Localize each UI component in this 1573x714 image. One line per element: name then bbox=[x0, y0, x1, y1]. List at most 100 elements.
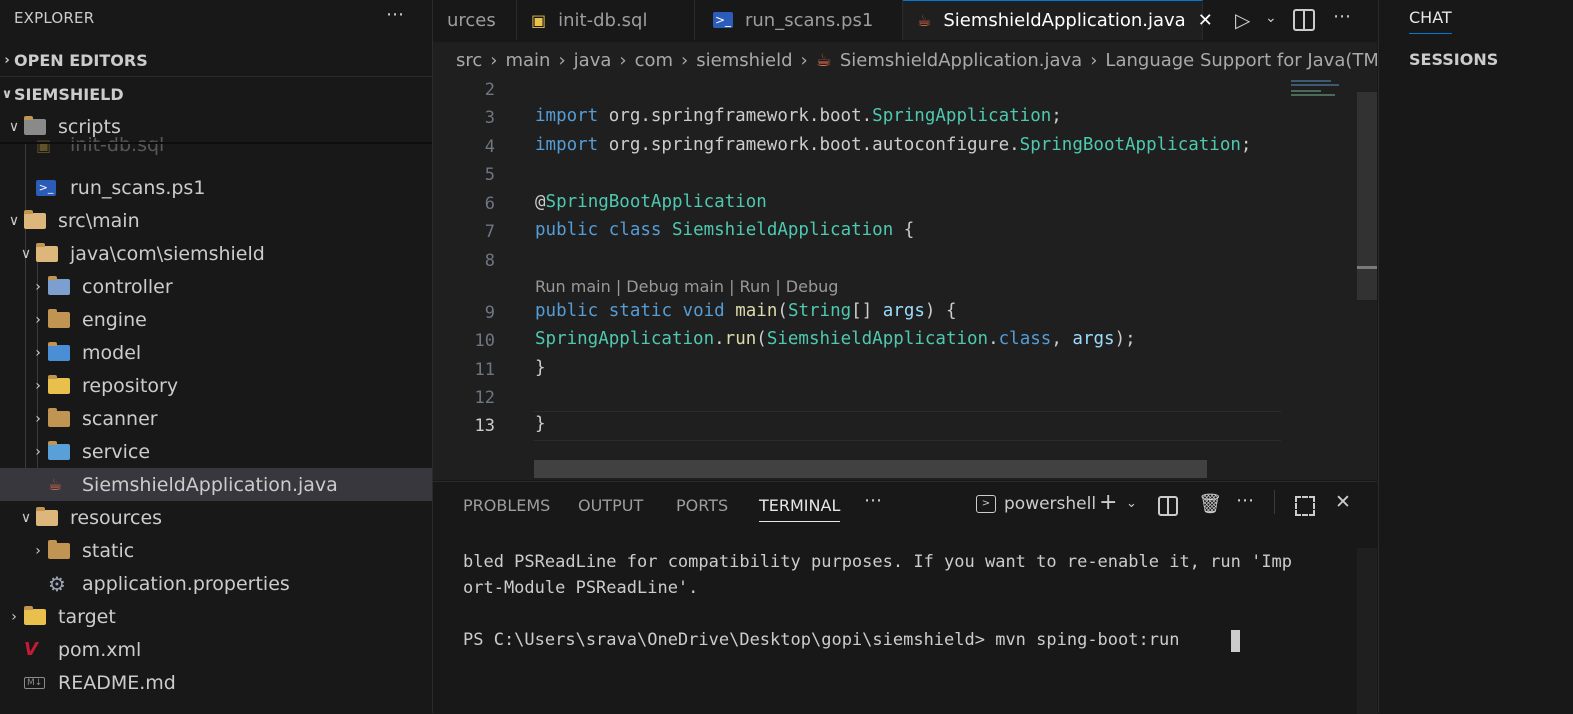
code-line[interactable]: } bbox=[535, 358, 546, 378]
line-number: 6 bbox=[484, 194, 495, 214]
tab-terminal[interactable]: TERMINAL bbox=[759, 496, 841, 522]
tree-item-service[interactable]: › service bbox=[0, 435, 432, 468]
chevron-right-icon[interactable]: › bbox=[28, 444, 48, 460]
chevron-down-icon[interactable]: ∨ bbox=[16, 510, 36, 526]
chevron-right-icon[interactable]: › bbox=[4, 609, 24, 625]
breadcrumb-symbol[interactable]: Language Support for Java(TM) by bbox=[1105, 50, 1377, 71]
tab-problems[interactable]: PROBLEMS bbox=[463, 496, 550, 515]
chevron-right-icon[interactable]: › bbox=[28, 312, 48, 328]
chevron-down-icon[interactable]: ∨ bbox=[16, 246, 36, 262]
folder-open-icon bbox=[36, 242, 62, 264]
tree-item-target[interactable]: › target bbox=[0, 600, 432, 633]
explorer-more-button[interactable]: ⋯ bbox=[386, 4, 404, 25]
open-editors-section[interactable]: › OPEN EDITORS bbox=[0, 44, 432, 76]
breadcrumb-java[interactable]: java bbox=[574, 50, 612, 71]
line-number: 2 bbox=[484, 80, 495, 100]
tab-output[interactable]: OUTPUT bbox=[578, 496, 643, 515]
line-number: 5 bbox=[484, 165, 495, 185]
target-folder-icon bbox=[24, 605, 50, 627]
tree-item-scanner[interactable]: › scanner bbox=[0, 402, 432, 435]
breadcrumb-src[interactable]: src bbox=[456, 50, 482, 71]
tree-item-label: init-db.sql bbox=[70, 135, 165, 155]
chevron-down-icon[interactable]: ⌄ bbox=[1265, 10, 1277, 26]
chat-pane: CHAT SESSIONS bbox=[1378, 0, 1573, 713]
chevron-down-icon[interactable]: ∨ bbox=[4, 213, 24, 229]
tree-item-pom-xml[interactable]: Vpom.xml bbox=[0, 633, 432, 666]
tab-resources[interactable]: urces bbox=[433, 0, 517, 40]
tree-item-src-main[interactable]: ∨ src\main bbox=[0, 204, 432, 237]
code-line[interactable]: import org.springframework.boot.SpringAp… bbox=[535, 106, 1062, 126]
tab-ports[interactable]: PORTS bbox=[676, 496, 728, 515]
breadcrumb-file[interactable]: SiemshieldApplication.java bbox=[840, 50, 1082, 71]
tab-run-scans-ps1[interactable]: >_ run_scans.ps1 bbox=[695, 0, 903, 40]
more-actions-button[interactable]: ⋯ bbox=[1333, 6, 1351, 27]
code-line[interactable]: public static void main(String[] args) { bbox=[535, 301, 957, 321]
shell-name: powershell bbox=[1004, 494, 1097, 514]
terminal-icon: > bbox=[976, 495, 996, 513]
tree-item-resources[interactable]: ∨ resources bbox=[0, 501, 432, 534]
trash-icon[interactable]: 🗑 bbox=[1198, 492, 1222, 515]
line-number: 3 bbox=[484, 108, 495, 128]
powershell-icon: >_ bbox=[713, 12, 733, 28]
tab-label: urces bbox=[447, 9, 496, 31]
close-panel-icon[interactable]: ✕ bbox=[1335, 491, 1351, 513]
horizontal-scrollbar[interactable] bbox=[534, 460, 1207, 478]
panel-actions-more-button[interactable]: ⋯ bbox=[1236, 490, 1254, 511]
tab-label: SiemshieldApplication.java bbox=[943, 10, 1186, 31]
tree-item-run-scans-ps1[interactable]: >_ run_scans.ps1 bbox=[0, 171, 432, 204]
sessions-header[interactable]: SESSIONS bbox=[1409, 50, 1498, 69]
line-number: 8 bbox=[484, 251, 495, 271]
breadcrumb-main[interactable]: main bbox=[505, 50, 550, 71]
line-number: 4 bbox=[484, 137, 495, 157]
scripts-folder-icon bbox=[24, 115, 50, 137]
chevron-right-icon[interactable]: › bbox=[28, 411, 48, 427]
chevron-right-icon[interactable]: › bbox=[28, 543, 48, 559]
tree-item-label: service bbox=[82, 440, 151, 463]
chevron-down-icon[interactable]: ∨ bbox=[4, 119, 24, 135]
line-number: 12 bbox=[474, 388, 495, 408]
breadcrumb-com[interactable]: com bbox=[635, 50, 673, 71]
repository-folder-icon bbox=[48, 374, 74, 396]
maximize-panel-icon[interactable] bbox=[1295, 496, 1315, 516]
tree-item-java-com-siemshield[interactable]: ∨ java\com\siemshield bbox=[0, 237, 432, 270]
chevron-right-icon[interactable]: › bbox=[28, 345, 48, 361]
run-icon[interactable]: ▷ bbox=[1235, 8, 1250, 32]
chevron-down-icon[interactable]: ⌄ bbox=[1126, 496, 1137, 511]
code-line[interactable]: import org.springframework.boot.autoconf… bbox=[535, 135, 1251, 155]
split-terminal-icon[interactable] bbox=[1158, 496, 1178, 516]
tree-item-static[interactable]: › static bbox=[0, 534, 432, 567]
tree-item-engine[interactable]: › engine bbox=[0, 303, 432, 336]
project-section[interactable]: ∨ SIEMSHIELD bbox=[0, 78, 432, 110]
code-line[interactable]: SpringApplication.run(SiemshieldApplicat… bbox=[535, 329, 1136, 349]
tree-item-siemshieldapplication-java[interactable]: ☕ SiemshieldApplication.java bbox=[0, 468, 432, 501]
chevron-right-icon[interactable]: › bbox=[28, 378, 48, 394]
database-icon: ▣ bbox=[36, 135, 52, 155]
panel-more-button[interactable]: ⋯ bbox=[864, 490, 882, 511]
chat-title[interactable]: CHAT bbox=[1409, 8, 1452, 34]
close-icon[interactable]: ✕ bbox=[1198, 10, 1213, 31]
tree-item-label: target bbox=[58, 605, 116, 628]
code-lens[interactable]: Run main | Debug main | Run | Debug bbox=[535, 277, 838, 296]
tree-item-model[interactable]: › model bbox=[0, 336, 432, 369]
tree-item-init-db-sql[interactable]: ▣ init-db.sql bbox=[0, 135, 432, 155]
terminal-shell-selector[interactable]: > powershell bbox=[976, 494, 1096, 514]
code-line[interactable]: @SpringBootApplication bbox=[535, 192, 767, 212]
tree-item-label: src\main bbox=[58, 209, 140, 232]
explorer-sidebar: EXPLORER ⋯ › OPEN EDITORS ∨ SIEMSHIELD ∨… bbox=[0, 0, 433, 713]
add-terminal-icon[interactable]: + bbox=[1099, 490, 1117, 515]
tree-item-controller[interactable]: › controller bbox=[0, 270, 432, 303]
markdown-icon: M↓ bbox=[24, 673, 50, 693]
code-editor[interactable]: 2 3 4 5 6 7 8 9 10 11 12 13 Run main | Debug main |… bbox=[433, 78, 1377, 480]
folder-icon bbox=[48, 308, 74, 330]
java-icon: ☕ bbox=[815, 49, 832, 71]
tree-item-application-properties[interactable]: ⚙ application.properties bbox=[0, 567, 432, 600]
breadcrumb-siemshield[interactable]: siemshield bbox=[696, 50, 792, 71]
minimap[interactable] bbox=[1289, 78, 1355, 104]
chevron-right-icon[interactable]: › bbox=[28, 279, 48, 295]
split-editor-icon[interactable] bbox=[1293, 9, 1315, 31]
tab-init-db-sql[interactable]: ▣ init-db.sql bbox=[517, 0, 695, 40]
tab-siemshield-application-java[interactable]: ☕ SiemshieldApplication.java ✕ bbox=[903, 0, 1213, 40]
tree-item-repository[interactable]: › repository bbox=[0, 369, 432, 402]
code-line[interactable]: public class SiemshieldApplication { bbox=[535, 220, 914, 240]
tree-item-readme-md[interactable]: M↓ README.md bbox=[0, 666, 432, 699]
